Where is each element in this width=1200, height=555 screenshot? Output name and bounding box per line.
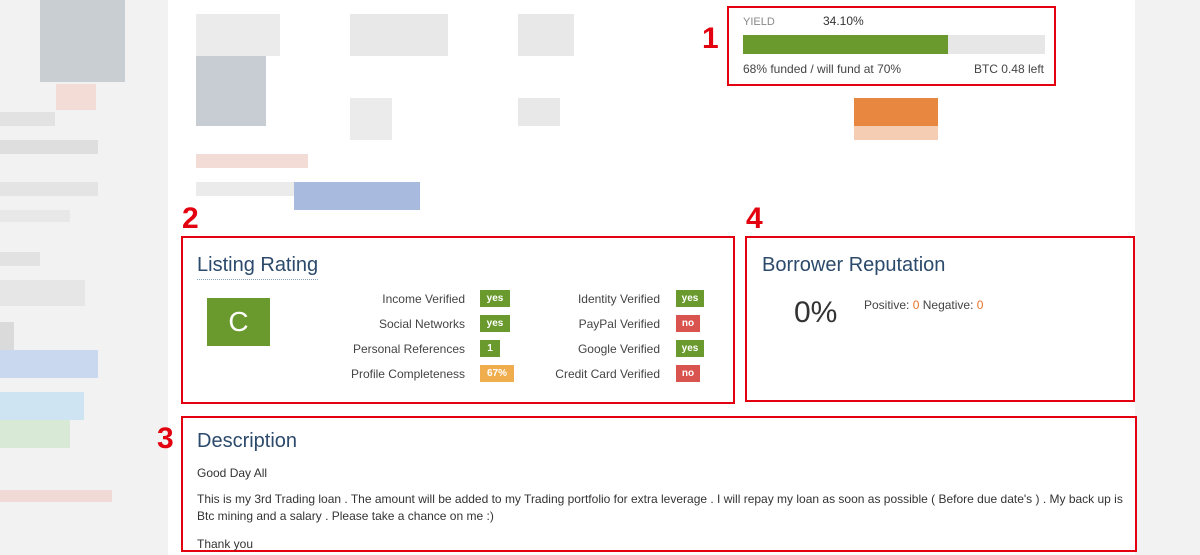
blurred-block xyxy=(0,420,70,448)
blurred-badge xyxy=(854,126,938,140)
blurred-block xyxy=(350,98,392,140)
blurred-block xyxy=(0,490,112,502)
description-closing: Thank you xyxy=(197,537,254,551)
blurred-block xyxy=(0,392,84,420)
funding-progress-fill xyxy=(743,35,949,54)
blurred-block xyxy=(196,182,294,196)
right-margin xyxy=(1135,0,1200,555)
personal-references-badge: 1 xyxy=(480,340,500,357)
yield-panel: YIELD 34.10% 68% funded / will fund at 7… xyxy=(727,6,1056,86)
blurred-block xyxy=(0,252,40,266)
paypal-verified-label: PayPal Verified xyxy=(578,317,660,331)
blurred-block xyxy=(0,112,55,126)
social-networks-label: Social Networks xyxy=(378,317,465,331)
description-greeting: Good Day All xyxy=(197,466,268,480)
income-verified-badge: yes xyxy=(480,290,510,307)
reputation-counts: Positive: 0 Negative: 0 xyxy=(864,298,983,312)
identity-verified-badge: yes xyxy=(676,290,704,307)
btc-left: BTC 0.48 left xyxy=(973,62,1044,76)
blurred-block xyxy=(0,350,98,378)
blurred-block xyxy=(0,210,70,222)
borrower-reputation-title: Borrower Reputation xyxy=(762,254,946,276)
positive-label: Positive: xyxy=(864,298,910,312)
credit-card-verified-badge: no xyxy=(676,365,700,382)
positive-value: 0 xyxy=(912,298,920,312)
funding-progress-bar xyxy=(743,35,1045,54)
funded-status: 68% funded / will fund at 70% xyxy=(743,62,902,76)
blurred-block xyxy=(518,14,574,56)
blurred-avatar xyxy=(40,0,125,82)
google-verified-label: Google Verified xyxy=(577,342,660,356)
income-verified-label: Income Verified xyxy=(382,292,465,306)
profile-completeness-badge: 67% xyxy=(480,365,514,382)
negative-value: 0 xyxy=(976,298,984,312)
listing-rating-title[interactable]: Listing Rating xyxy=(197,254,319,280)
credit-card-verified-label: Credit Card Verified xyxy=(555,367,660,381)
blurred-block xyxy=(0,182,98,196)
blurred-block xyxy=(196,14,280,56)
marker-2: 2 xyxy=(182,202,199,235)
blurred-block xyxy=(0,280,85,306)
blurred-block xyxy=(56,84,96,110)
marker-3: 3 xyxy=(157,422,174,455)
yield-value: 34.10% xyxy=(823,14,864,28)
blurred-block xyxy=(518,98,560,126)
personal-references-label: Personal References xyxy=(352,342,465,356)
blurred-block xyxy=(350,14,448,56)
description-panel: Description Good Day All This is my 3rd … xyxy=(181,416,1137,552)
reputation-percent: 0% xyxy=(794,296,838,329)
blurred-block xyxy=(0,322,14,350)
profile-completeness-label: Profile Completeness xyxy=(350,367,465,381)
listing-rating-panel: Listing Rating C Income Verified yes Soc… xyxy=(181,236,735,404)
yield-label: YIELD xyxy=(743,16,775,28)
paypal-verified-badge: no xyxy=(676,315,700,332)
grade-badge: C xyxy=(207,298,270,346)
description-title: Description xyxy=(197,430,298,452)
blurred-badge xyxy=(854,98,938,126)
blurred-block xyxy=(196,154,308,168)
social-networks-badge: yes xyxy=(480,315,510,332)
identity-verified-label: Identity Verified xyxy=(577,292,660,306)
blurred-link xyxy=(294,182,420,210)
description-body: This is my 3rd Trading loan . The amount… xyxy=(197,492,1123,523)
marker-1: 1 xyxy=(702,22,719,55)
google-verified-badge: yes xyxy=(676,340,704,357)
marker-4: 4 xyxy=(746,202,763,235)
blurred-avatar xyxy=(196,56,266,126)
negative-label: Negative: xyxy=(922,298,974,312)
borrower-reputation-panel: Borrower Reputation 0% Positive: 0 Negat… xyxy=(745,236,1135,402)
blurred-block xyxy=(0,140,98,154)
